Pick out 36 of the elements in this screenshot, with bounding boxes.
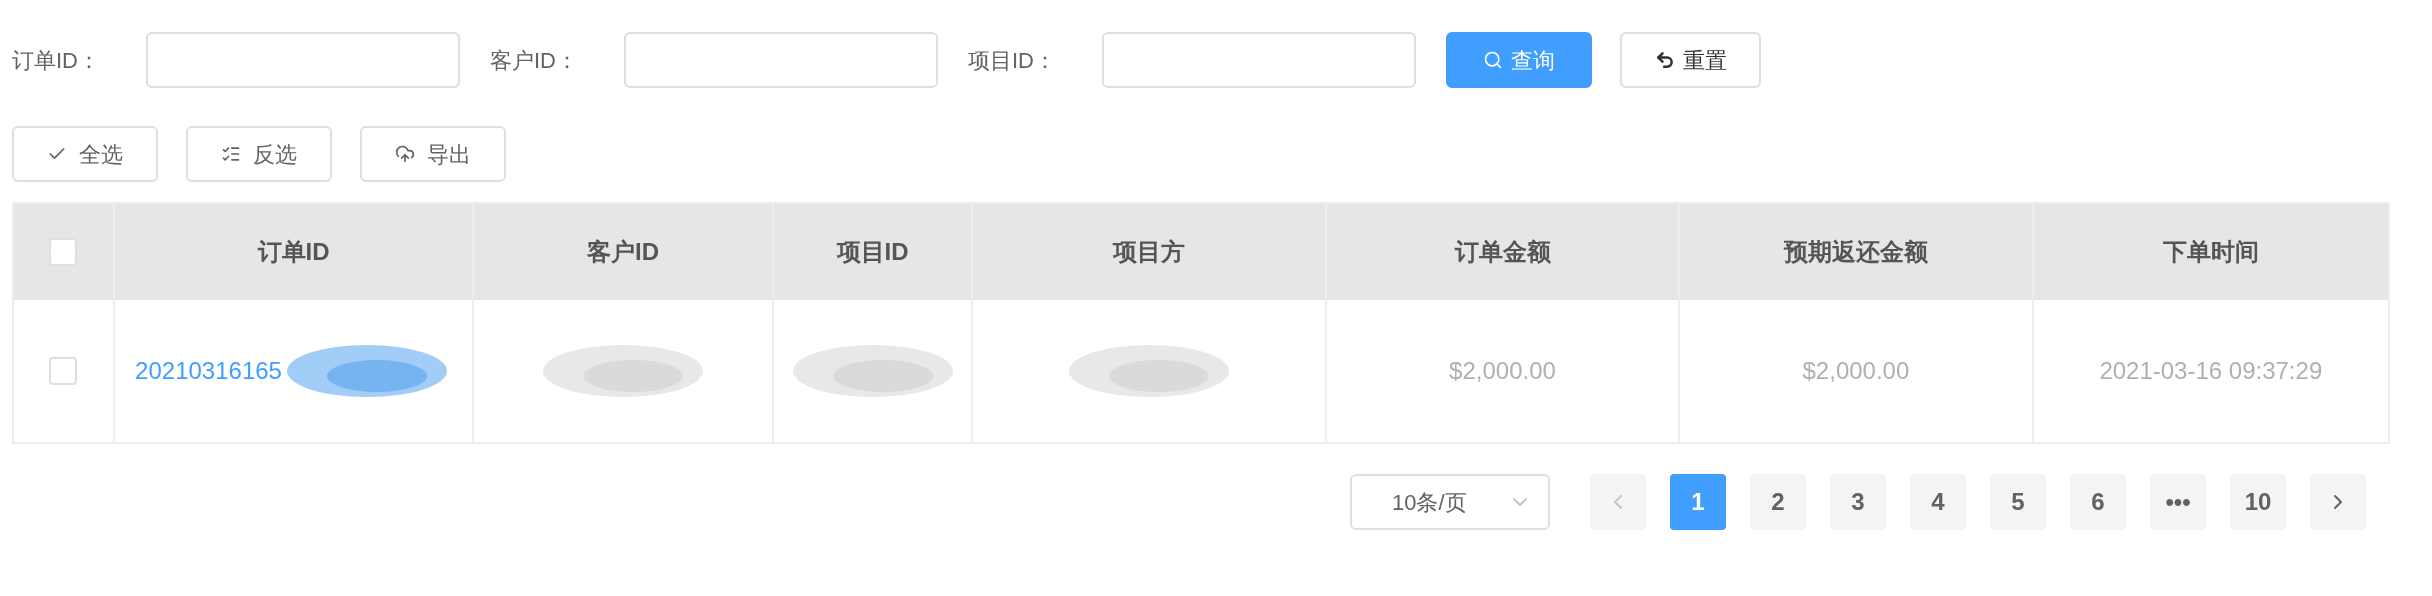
- page-button[interactable]: 4: [1910, 474, 1966, 530]
- filter-input[interactable]: [146, 32, 460, 88]
- column-header: 客户ID: [586, 237, 659, 267]
- filter-input[interactable]: [1102, 32, 1416, 88]
- reset-button[interactable]: 重置: [1620, 32, 1761, 88]
- filter-label: 客户ID：: [490, 46, 579, 75]
- next-page-button[interactable]: [2310, 474, 2366, 530]
- column-header: 订单金额: [1454, 237, 1551, 267]
- list-check-icon: [221, 144, 241, 164]
- filter-input[interactable]: [624, 32, 938, 88]
- toolbar-button[interactable]: 导出: [360, 126, 506, 182]
- page-button[interactable]: 6: [2070, 474, 2126, 530]
- cloud-upload-icon: [395, 144, 415, 164]
- previous-page-button[interactable]: [1590, 474, 1646, 530]
- page-button[interactable]: 3: [1830, 474, 1886, 530]
- search-icon: [1483, 50, 1503, 70]
- table-cell-text: $2,000.00: [1802, 356, 1910, 386]
- filter-label: 订单ID：: [12, 46, 101, 75]
- page-button[interactable]: •••: [2150, 474, 2206, 530]
- column-header: 下单时间: [2162, 237, 2259, 267]
- column-header: 订单ID: [257, 237, 330, 267]
- column-header: 项目方: [1113, 237, 1186, 267]
- page-button[interactable]: 5: [1990, 474, 2046, 530]
- undo-icon: [1654, 50, 1675, 70]
- page-size-select[interactable]: 10条/页: [1350, 474, 1550, 530]
- table-cell-text: 2021-03-16 09:37:29: [2099, 356, 2323, 386]
- row-checkbox[interactable]: [49, 357, 78, 385]
- toolbar-button[interactable]: 反选: [186, 126, 332, 182]
- toolbar-button[interactable]: 全选: [12, 126, 158, 182]
- page-button[interactable]: 10: [2230, 474, 2286, 530]
- page-button[interactable]: 2: [1750, 474, 1806, 530]
- table-cell-text: $2,000.00: [1449, 356, 1556, 386]
- header-checkbox[interactable]: [49, 238, 78, 266]
- column-header: 预期返还金额: [1783, 237, 1928, 267]
- column-header: 项目ID: [836, 237, 909, 267]
- filter-label: 项目ID：: [968, 46, 1057, 75]
